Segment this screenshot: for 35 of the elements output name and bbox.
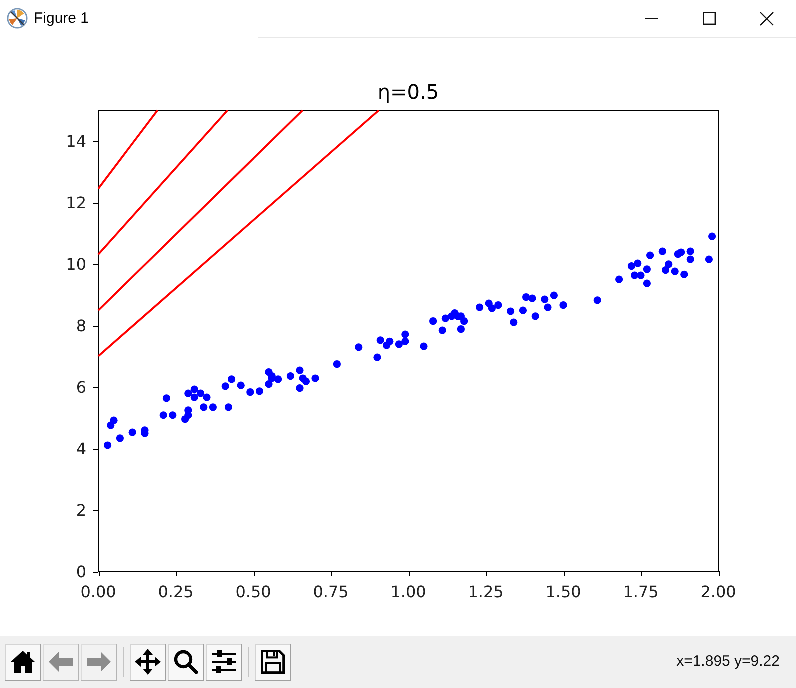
- x-tick-label: 1.25: [468, 582, 504, 602]
- save-button[interactable]: [255, 644, 291, 680]
- pan-button[interactable]: [130, 644, 166, 680]
- y-tick-label: 8: [76, 316, 86, 336]
- sliders-icon: [212, 650, 236, 674]
- chart-title: η=0.5: [378, 80, 440, 104]
- x-tick-label: 0.75: [313, 582, 349, 602]
- x-tick-label: 1.50: [546, 582, 582, 602]
- move-arrows-icon: [135, 649, 161, 675]
- close-icon: [760, 12, 774, 26]
- y-tick-label: 6: [76, 378, 86, 398]
- y-tick-label: 0: [76, 562, 86, 582]
- x-tick-label: 1.75: [623, 582, 659, 602]
- x-tick-label: 0.50: [236, 582, 272, 602]
- y-tick-label: 2: [76, 501, 86, 520]
- y-tick-label: 14: [66, 132, 86, 152]
- x-tick-label: 1.00: [390, 582, 426, 602]
- cursor-coordinates: x=1.895 y=9.22: [676, 652, 780, 672]
- x-tick-label: 0.25: [158, 582, 194, 602]
- home-button[interactable]: [5, 644, 41, 680]
- x-tick-label: 0.00: [80, 582, 116, 602]
- y-tick-label: 10: [66, 255, 86, 274]
- right-arrow-icon: [87, 652, 111, 672]
- x-tick-label: 2.00: [700, 582, 736, 602]
- minimize-icon: [644, 18, 658, 20]
- left-arrow-icon: [49, 652, 73, 672]
- configure-button[interactable]: [206, 644, 242, 680]
- magnifier-icon: [174, 650, 198, 674]
- maximize-icon: [702, 12, 716, 25]
- zoom-button[interactable]: [168, 644, 204, 680]
- home-icon: [11, 651, 35, 673]
- y-tick-label: 4: [76, 440, 86, 459]
- app-icon: [7, 8, 28, 29]
- window-title: Figure 1: [34, 11, 90, 26]
- y-tick-label: 12: [66, 194, 86, 213]
